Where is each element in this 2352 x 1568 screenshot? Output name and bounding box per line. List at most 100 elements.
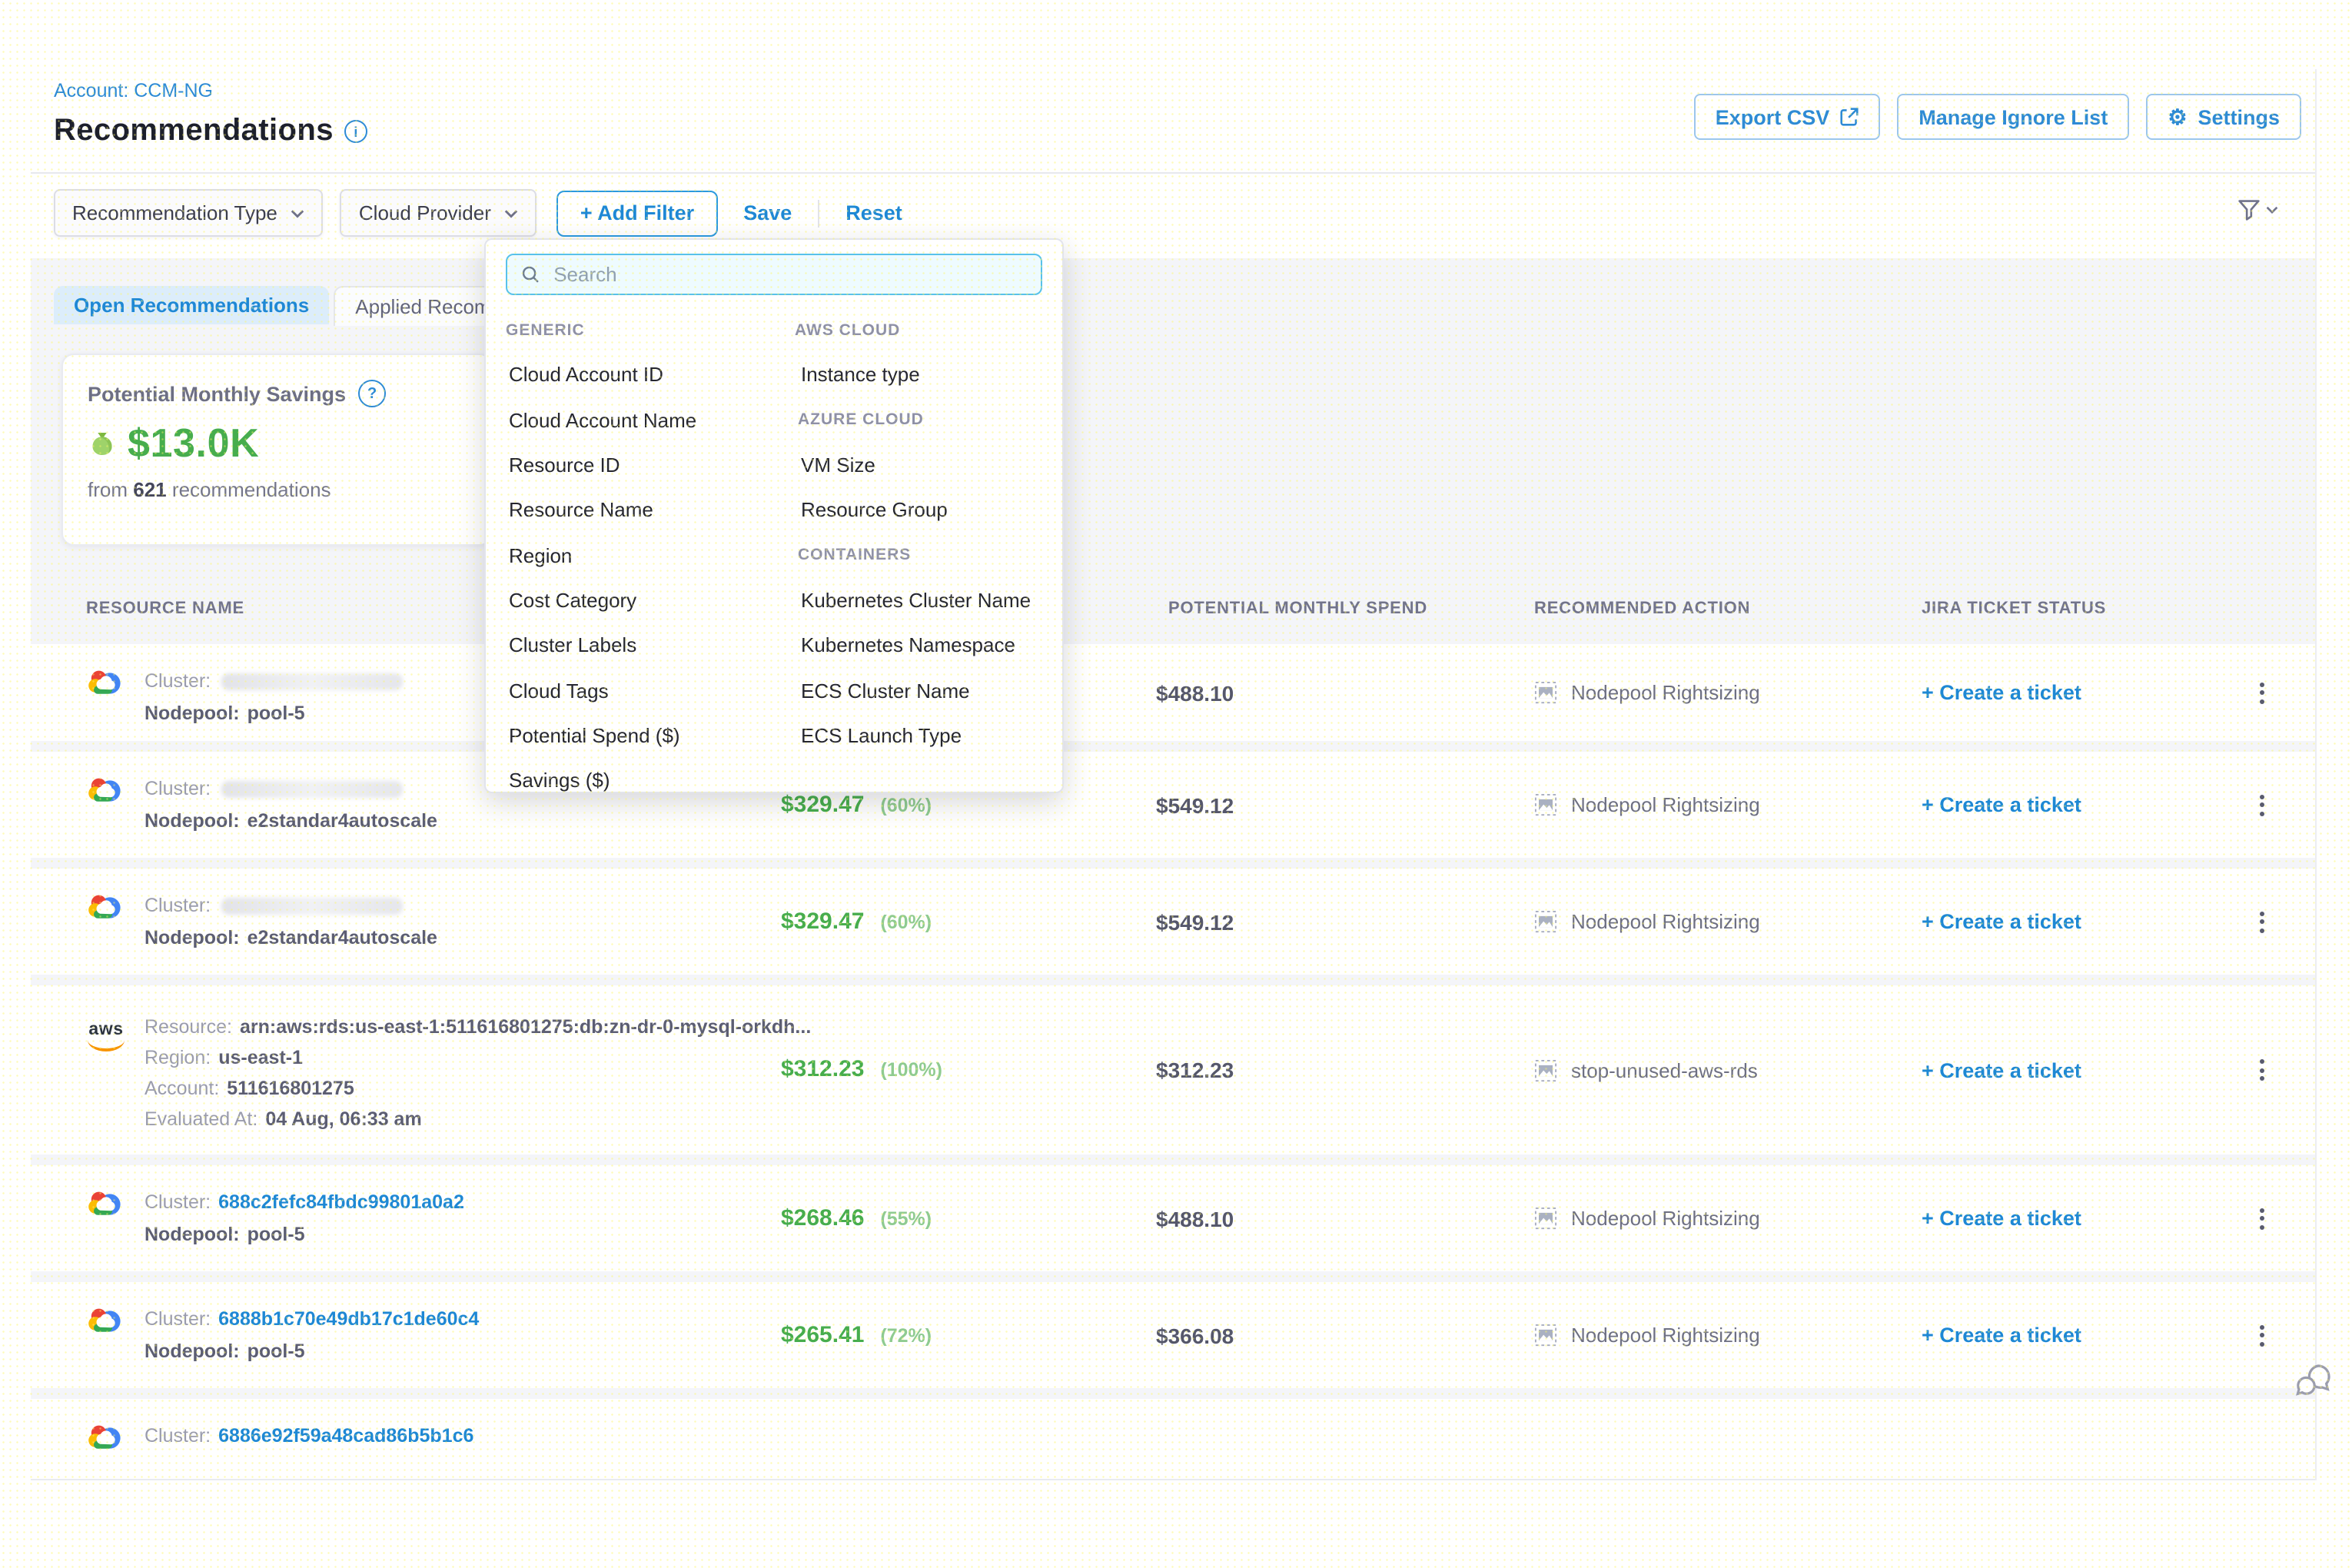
filter-chip-recommendation-type[interactable]: Recommendation Type [54,189,324,237]
savings-value: $312.23 [781,1056,864,1082]
recommended-action-label: Nodepool Rightsizing [1571,1324,1760,1347]
row-menu-button[interactable] [2209,794,2315,816]
content-right-edge [2315,69,2317,1480]
help-icon[interactable]: ? [358,380,386,407]
create-ticket-link[interactable]: + Create a ticket [1909,910,2209,933]
filter-option[interactable]: Cloud Account Name [506,408,798,431]
filter-option[interactable]: VM Size [798,453,1042,477]
table-row: Cluster:Nodepool:e2standar4autoscale $32… [31,752,2315,858]
filter-option[interactable]: Cloud Tags [506,679,798,702]
reset-filter-button[interactable]: Reset [836,201,912,224]
resource-line-label: Nodepool: [145,927,240,948]
filter-option[interactable]: Kubernetes Namespace [798,633,1042,656]
filter-chip-cloud-provider[interactable]: Cloud Provider [341,189,537,237]
resource-line-label: Evaluated At: [145,1108,257,1130]
filter-option[interactable]: Kubernetes Cluster Name [798,589,1042,612]
header-divider [31,172,2315,174]
filter-option[interactable]: Resource Group [798,499,1042,522]
broken-image-icon [1534,1207,1557,1230]
kebab-icon [2260,682,2264,703]
resource-line-label: Resource: [145,1016,232,1038]
filter-bar: Recommendation Type Cloud Provider + Add… [54,189,912,237]
redacted-value [221,898,403,915]
create-ticket-link[interactable]: + Create a ticket [1909,1324,2209,1347]
cluster-link[interactable]: 6888b1c70e49db17c1de60c4 [218,1308,479,1330]
table-row: Cluster:6886e92f59a48cad86b5b1c6 $244.05… [31,1399,2315,1480]
table-header: RESOURCE NAME POTENTIAL MONTHLY SPEND RE… [31,584,2315,633]
recommendations-page: Account: CCM-NG Recommendations i Export… [0,0,2352,1568]
filter-option[interactable]: Resource Name [506,499,798,522]
filter-options-grid: GENERICAWS CLOUDCloud Account IDInstance… [506,307,1042,803]
filter-chip-label: Recommendation Type [72,201,277,224]
resource-line-value: arn:aws:rds:us-east-1:511616801275:db:zn… [240,1016,811,1038]
filter-section-label: GENERIC [506,321,795,339]
resource-line-label: Account: [145,1078,219,1099]
create-ticket-link[interactable]: + Create a ticket [1909,793,2209,816]
savings-percent: (100%) [880,1059,942,1081]
savings-percent: (72%) [880,1324,932,1346]
info-icon[interactable]: i [344,120,367,143]
search-icon [521,264,540,284]
dropdown-search[interactable] [506,254,1042,295]
potential-spend-cell: $549.12 [1156,909,1522,934]
recommendations-count: 621 [133,478,166,501]
recommended-action-label: Nodepool Rightsizing [1571,910,1760,933]
filter-option[interactable]: Resource ID [506,453,798,477]
redacted-value [221,781,403,798]
save-filter-button[interactable]: Save [734,201,801,224]
create-ticket-link[interactable]: + Create a ticket [1909,681,2209,704]
resource-cell: Cluster:6888b1c70e49db17c1de60c4Nodepool… [31,1282,769,1388]
resource-line-value: pool-5 [247,703,305,724]
create-ticket-link[interactable]: + Create a ticket [1909,1058,2209,1081]
savings-percent: (55%) [880,1208,932,1229]
table-row: Cluster:6888b1c70e49db17c1de60c4Nodepool… [31,1282,2315,1388]
filter-option[interactable]: Cluster Labels [506,633,798,656]
account-breadcrumb[interactable]: Account: CCM-NG [54,80,367,101]
create-ticket-link[interactable]: + Create a ticket [1909,1207,2209,1230]
filter-option[interactable]: Region [506,543,798,566]
resource-line-label: Cluster: [145,1191,211,1213]
kebab-icon [2260,911,2264,932]
filter-option[interactable]: Cloud Account ID [506,364,798,387]
gcp-cloud-icon [86,1304,126,1388]
resource-line-label: Region: [145,1047,211,1068]
filter-option[interactable]: ECS Launch Type [798,724,1042,747]
add-filter-button[interactable]: + Add Filter [557,190,717,236]
cluster-link[interactable]: 6886e92f59a48cad86b5b1c6 [218,1425,473,1447]
potential-savings-card: Potential Monthly Savings ? $13.0K from … [61,354,492,546]
row-menu-button[interactable] [2209,682,2315,703]
filter-option[interactable]: Potential Spend ($) [506,724,798,747]
resource-line-label: Cluster: [145,895,211,916]
row-menu-button[interactable] [2209,1208,2315,1229]
resource-line-value: pool-5 [247,1340,305,1362]
filter-section-label: AZURE CLOUD [798,410,1042,429]
manage-ignore-list-button[interactable]: Manage Ignore List [1897,94,2129,140]
filter-option[interactable]: ECS Cluster Name [798,679,1042,702]
page-title: Recommendations [54,114,334,149]
kebab-icon [2260,1208,2264,1229]
cluster-link[interactable]: 688c2fefc84fbdc99801a0a2 [218,1191,464,1213]
manage-ignore-list-label: Manage Ignore List [1918,105,2108,128]
row-menu-button[interactable] [2209,1324,2315,1346]
filter-option[interactable]: Cost Category [506,589,798,612]
chevron-down-icon [291,208,305,218]
table-row: Cluster:688c2fefc84fbdc99801a0a2Nodepool… [31,1165,2315,1271]
recommended-action-cell: Nodepool Rightsizing [1522,681,1909,704]
resource-line-label: Cluster: [145,670,211,692]
filter-funnel-button[interactable] [2237,198,2278,221]
chat-feedback-icon[interactable] [2294,1362,2334,1407]
row-menu-button[interactable] [2209,1059,2315,1081]
filter-option[interactable]: Savings ($) [506,769,798,792]
settings-button[interactable]: ⚙ Settings [2146,94,2301,140]
export-csv-label: Export CSV [1716,105,1830,128]
search-input[interactable] [550,261,1027,287]
tab-open-recommendations[interactable]: Open Recommendations [54,286,329,324]
savings-percent: (60%) [880,911,932,932]
row-menu-button[interactable] [2209,911,2315,932]
export-csv-button[interactable]: Export CSV [1694,94,1881,140]
savings-value: $329.47 [781,908,864,934]
resource-lines: Resource: arn:aws:rds:us-east-1:511616801… [145,1012,811,1154]
gcp-cloud-icon [86,773,126,858]
filter-option[interactable]: Instance type [798,364,1042,387]
resource-cell: Cluster:688c2fefc84fbdc99801a0a2Nodepool… [31,1165,769,1271]
